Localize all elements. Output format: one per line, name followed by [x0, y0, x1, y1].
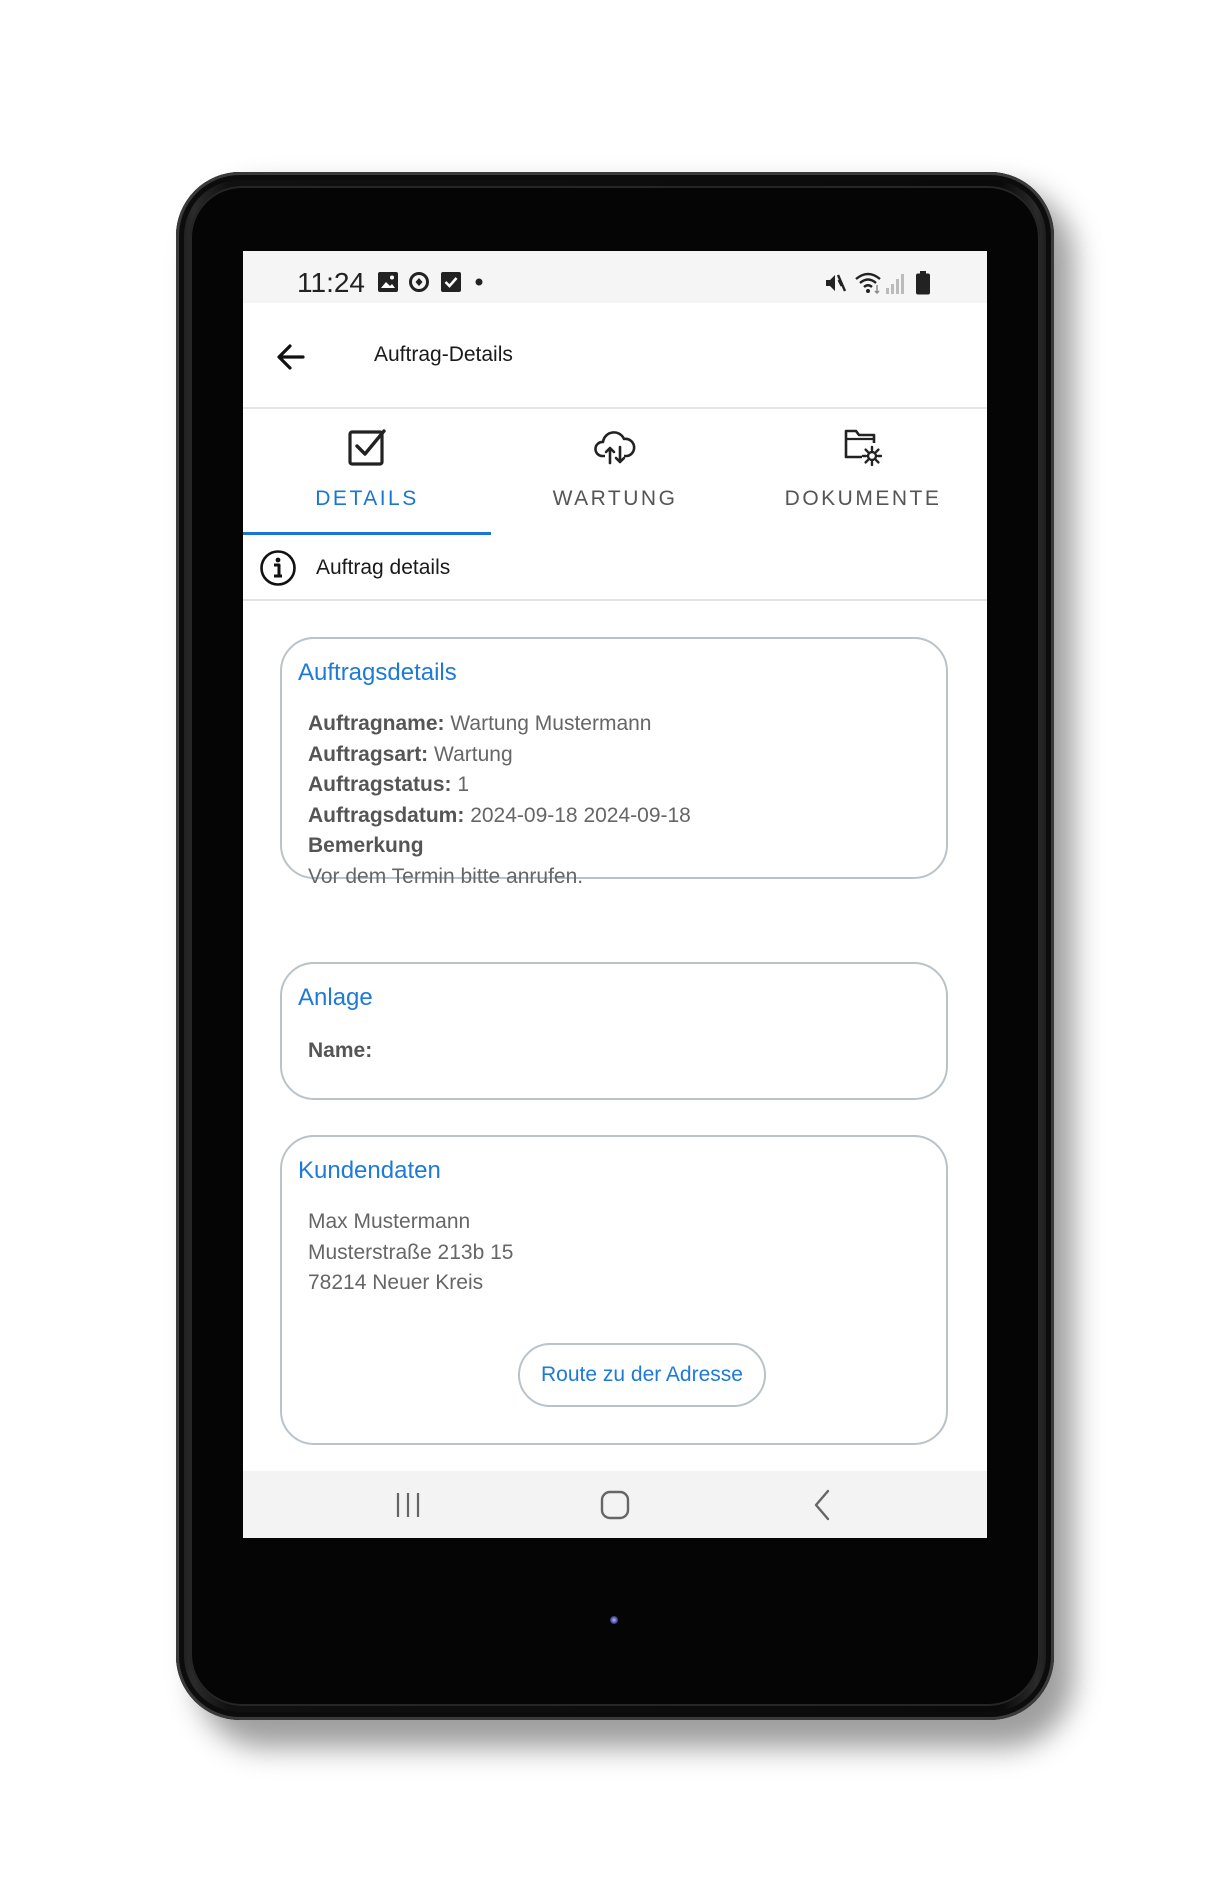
- tab-label: WARTUNG: [552, 487, 678, 510]
- tab-active-indicator: [243, 532, 491, 535]
- route-button[interactable]: Route zu der Adresse: [518, 1343, 766, 1407]
- remark-value: Vor dem Termin bitte anrufen.: [308, 864, 584, 888]
- card-title: Anlage: [298, 984, 373, 1011]
- field-value: Wartung: [434, 742, 513, 766]
- order-date-row: Auftragsdatum: 2024-09-18 2024-09-18: [308, 801, 691, 832]
- order-details-card: Auftragsdetails Auftragname: Wartung Mus…: [280, 637, 948, 888]
- field-label: Bemerkung: [308, 834, 424, 857]
- customer-name: Max Mustermann: [308, 1210, 471, 1233]
- order-name-row: Auftragname: Wartung Mustermann: [308, 709, 691, 740]
- card-title: Auftragsdetails: [298, 659, 457, 686]
- plant-name-row: Name:: [308, 1036, 372, 1067]
- system-nav-bar: [243, 1471, 987, 1538]
- back-button[interactable]: [271, 337, 311, 377]
- recent-apps-button[interactable]: [388, 1485, 428, 1525]
- field-value: 1: [457, 773, 470, 796]
- gallery-icon: [378, 272, 398, 292]
- signal-icon: [886, 274, 904, 294]
- home-button[interactable]: [595, 1485, 635, 1525]
- order-type-row: Auftragsart: Wartung: [308, 740, 691, 771]
- field-value: 2024-09-18 2024-09-18: [470, 803, 691, 827]
- page-title: Auftrag-Details: [374, 343, 513, 366]
- app-bar: Auftrag-Details: [243, 303, 987, 409]
- section-header: Auftrag details: [243, 537, 987, 601]
- field-label: Auftragsart:: [308, 742, 429, 766]
- field-label: Name:: [308, 1039, 373, 1062]
- customer-street: Musterstraße 213b 15: [308, 1240, 514, 1264]
- info-icon: [260, 550, 296, 586]
- field-label: Auftragsdatum:: [308, 803, 465, 827]
- arrow-left-icon: [277, 344, 305, 370]
- cloud-sync-icon: [594, 431, 636, 465]
- field-label: Auftragstatus:: [308, 773, 452, 796]
- card-body: Max Mustermann Musterstraße 213b 15 7821…: [308, 1207, 513, 1299]
- remark-row: Bemerkung: [308, 831, 691, 862]
- status-time: 11:24: [297, 267, 365, 298]
- tab-label: DOKUMENTE: [784, 487, 942, 510]
- front-sensor: [610, 1616, 618, 1624]
- order-status-row: Auftragstatus: 1: [308, 770, 691, 801]
- customer-city: 78214 Neuer Kreis: [308, 1271, 484, 1294]
- status-bar: 11:24: [243, 251, 987, 303]
- wifi-icon: [855, 272, 881, 294]
- back-icon: [814, 1489, 830, 1521]
- sync-icon: [409, 272, 429, 292]
- customer-card: Kundendaten Max Mustermann Musterstraße …: [280, 1135, 948, 1445]
- checkbox-icon: [348, 429, 386, 466]
- section-title: Auftrag details: [316, 556, 451, 579]
- battery-icon: [916, 271, 930, 295]
- field-value: Wartung Mustermann: [450, 712, 652, 735]
- tab-dokumente[interactable]: DOKUMENTE: [739, 409, 987, 537]
- recent-apps-icon: [396, 1493, 420, 1517]
- tab-label: DETAILS: [315, 487, 419, 510]
- tab-wartung[interactable]: WARTUNG: [491, 409, 739, 537]
- mute-icon: [826, 274, 847, 292]
- card-title: Kundendaten: [298, 1157, 441, 1184]
- dot-icon: [475, 278, 483, 286]
- card-body: Name:: [308, 1036, 372, 1067]
- plant-card: Anlage Name:: [280, 962, 948, 1100]
- folder-settings-icon: [844, 429, 883, 467]
- screen: 11:24 Auftrag-Details DETAILS WARTUNG DO…: [243, 251, 987, 1538]
- field-label: Auftragname:: [308, 712, 445, 735]
- tab-details[interactable]: DETAILS: [243, 409, 491, 537]
- card-body: Auftragname: Wartung Mustermann Auftrags…: [308, 709, 691, 892]
- nav-back-button[interactable]: [803, 1485, 843, 1525]
- tab-bar: DETAILS WARTUNG DOKUMENTE: [243, 409, 987, 537]
- home-icon: [600, 1490, 630, 1520]
- checkbox-icon: [441, 272, 461, 292]
